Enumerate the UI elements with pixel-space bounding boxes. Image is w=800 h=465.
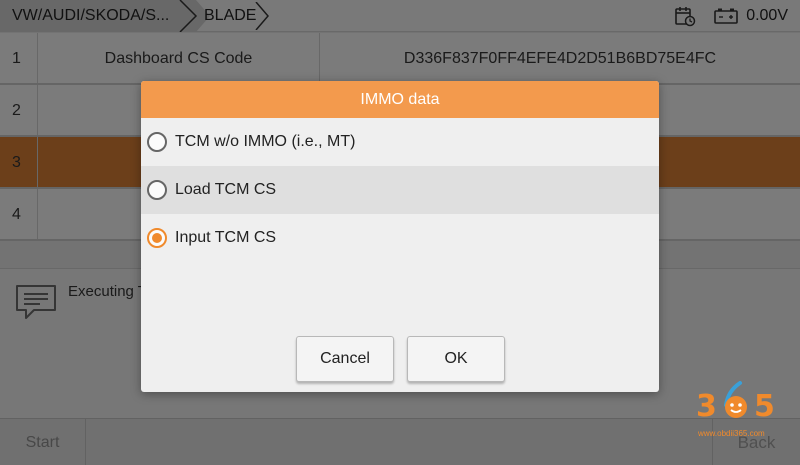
option-label: TCM w/o IMMO (i.e., MT)	[175, 133, 356, 150]
option-load-tcm-cs[interactable]: Load TCM CS	[141, 166, 659, 214]
radio-unchecked-icon[interactable]	[147, 132, 167, 152]
watermark-logo: 3 5 www.obdii365.com	[690, 375, 790, 445]
option-label: Load TCM CS	[175, 181, 277, 198]
cancel-button[interactable]: Cancel	[296, 336, 394, 382]
option-tcm-without-immo[interactable]: TCM w/o IMMO (i.e., MT)	[141, 118, 659, 166]
dialog-title: IMMO data	[141, 81, 659, 118]
logo-digit: 3	[696, 389, 717, 424]
logo-smiley-icon	[724, 381, 747, 418]
immo-data-dialog: IMMO data TCM w/o IMMO (i.e., MT) Load T…	[141, 81, 659, 392]
radio-checked-icon[interactable]	[147, 228, 167, 248]
radio-unchecked-icon[interactable]	[147, 180, 167, 200]
option-input-tcm-cs[interactable]: Input TCM CS	[141, 214, 659, 262]
option-label: Input TCM CS	[175, 229, 277, 246]
ok-button[interactable]: OK	[407, 336, 505, 382]
logo-digit: 5	[754, 389, 775, 424]
logo-url: www.obdii365.com	[698, 429, 765, 438]
